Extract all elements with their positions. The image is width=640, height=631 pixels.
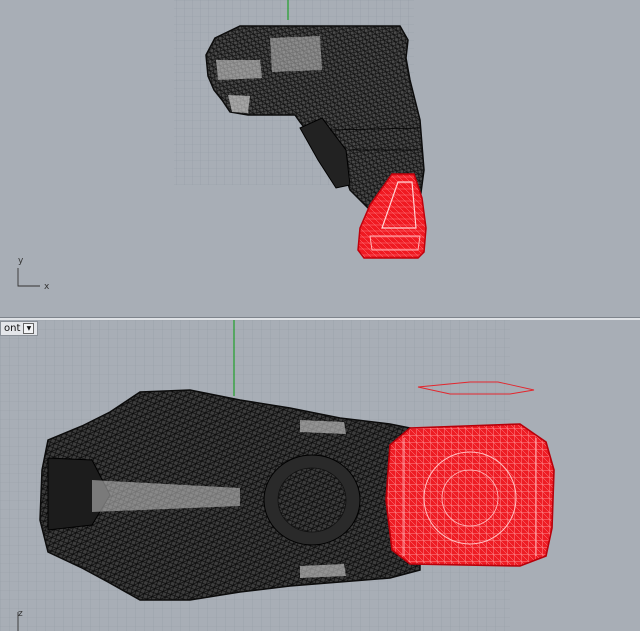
top-viewport[interactable]: y x bbox=[0, 0, 640, 318]
axis-label-y: y bbox=[18, 256, 24, 266]
front-viewport-canvas[interactable]: z bbox=[0, 320, 640, 631]
front-viewport[interactable]: z ont ▼ bbox=[0, 320, 640, 631]
drill-wireframe-front[interactable] bbox=[39, 389, 421, 601]
axis-label-z: z bbox=[18, 609, 23, 619]
top-viewport-canvas[interactable]: y x bbox=[0, 0, 640, 318]
viewport-title-front[interactable]: ont ▼ bbox=[0, 321, 39, 336]
battery-pack-selected-front[interactable] bbox=[385, 423, 555, 567]
triangle-down-icon[interactable]: ▼ bbox=[23, 323, 35, 334]
axis-label-x: x bbox=[44, 282, 50, 292]
viewport-title-label[interactable]: ont bbox=[4, 322, 20, 335]
axis-indicator-xy: y x bbox=[17, 256, 50, 292]
